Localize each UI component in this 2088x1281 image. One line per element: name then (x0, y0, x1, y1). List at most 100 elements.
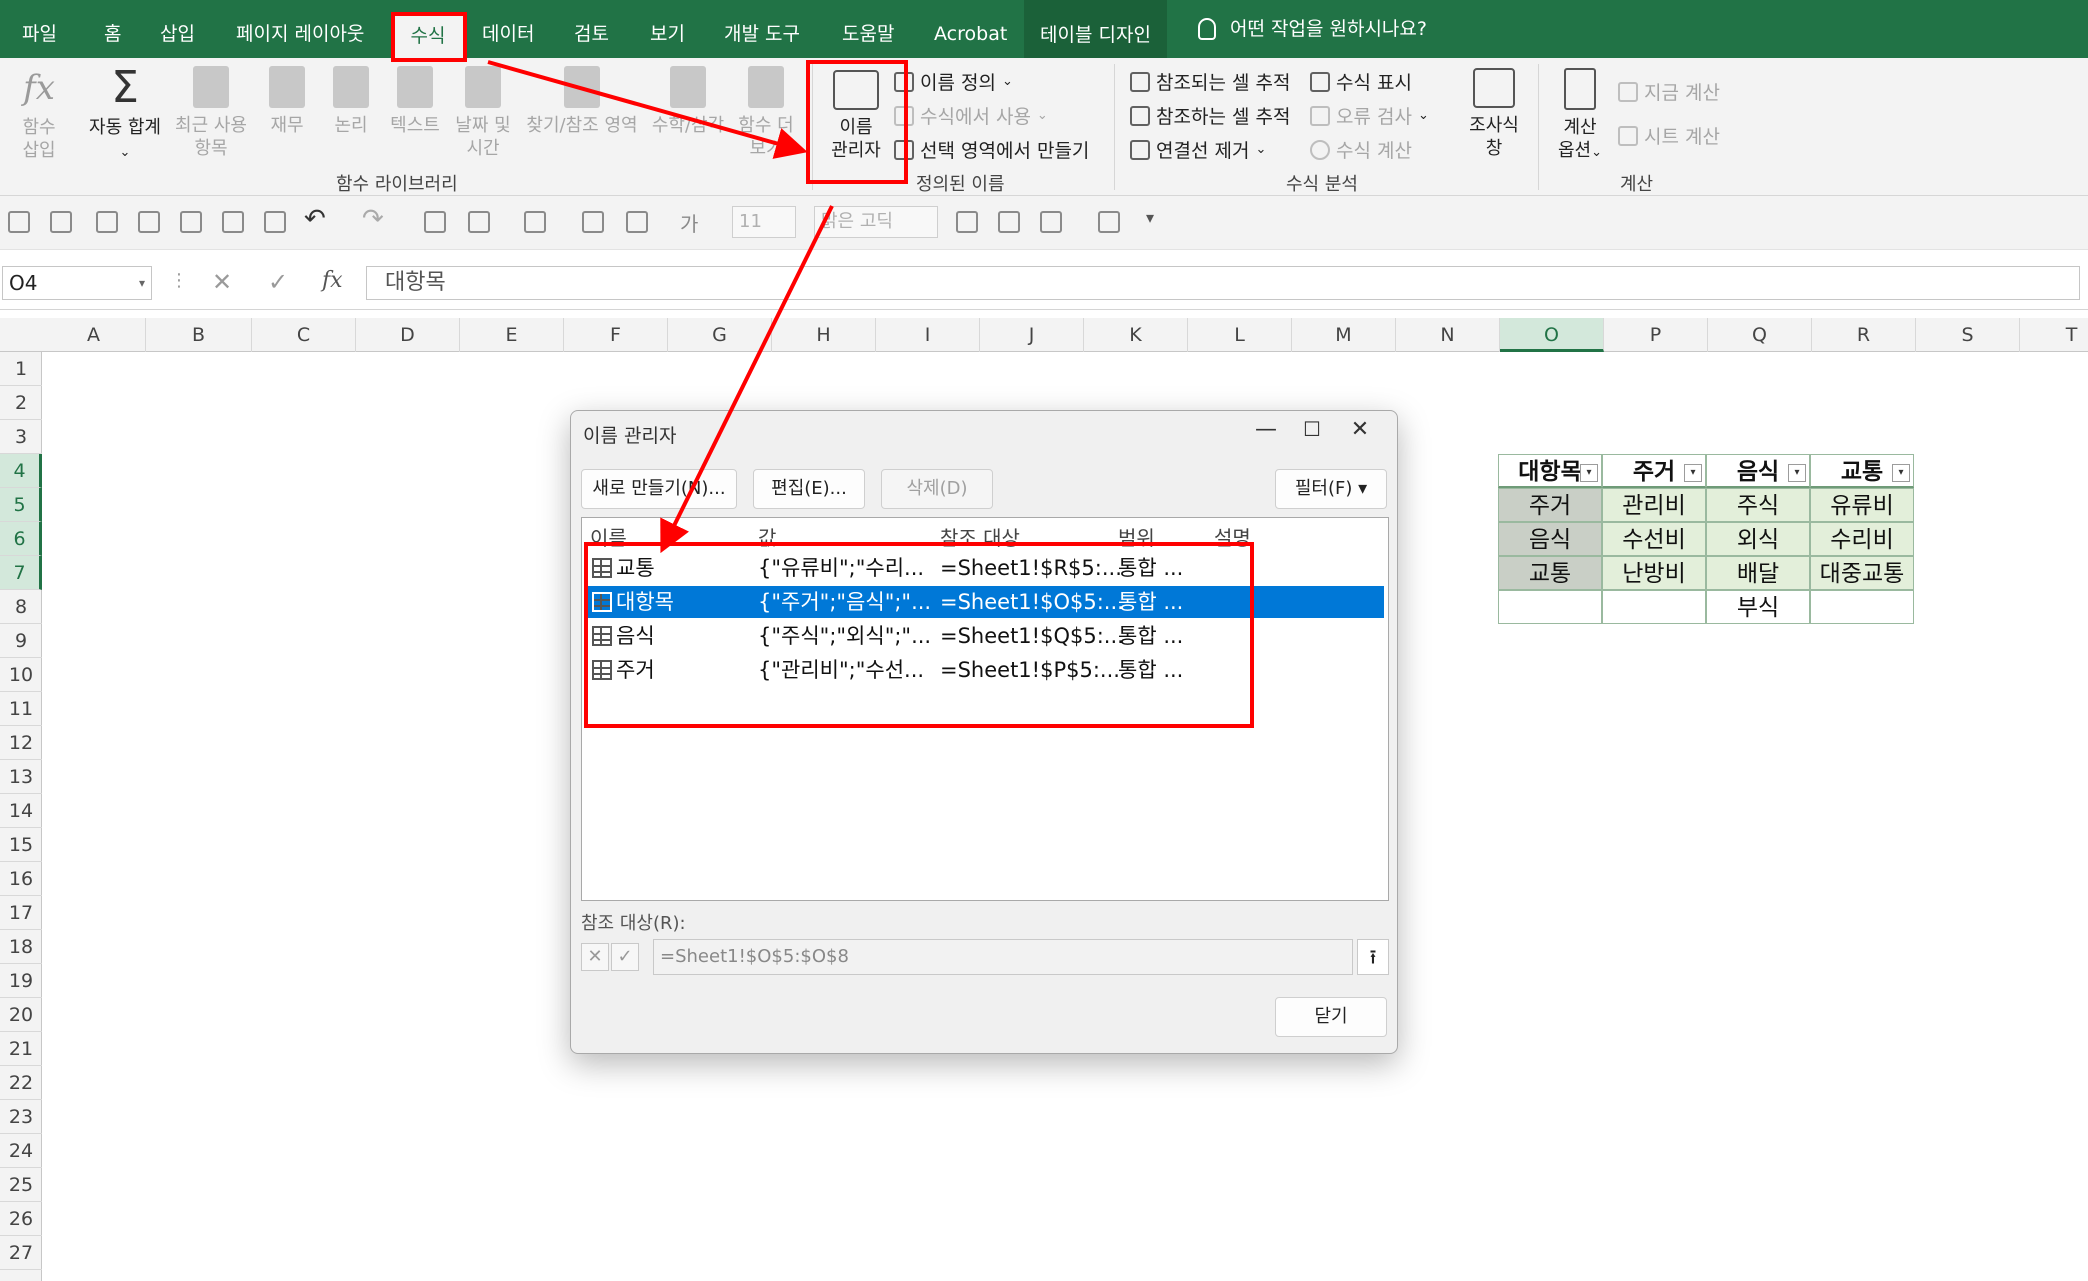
tab-developer[interactable]: 개발 도구 (724, 0, 800, 58)
close-button[interactable]: 닫기 (1275, 997, 1387, 1037)
row-header-13[interactable]: 13 (0, 760, 42, 794)
enter-icon[interactable]: ✓ (268, 268, 288, 296)
format-painter-icon[interactable] (424, 211, 446, 233)
tab-insert[interactable]: 삽입 (160, 0, 195, 58)
tab-review[interactable]: 검토 (574, 0, 609, 58)
column-header-T[interactable]: T (2020, 318, 2088, 352)
error-checking-button[interactable]: 오류 검사 ⌄ (1310, 102, 1429, 129)
column-header-Q[interactable]: Q (1708, 318, 1812, 352)
column-header-C[interactable]: C (252, 318, 356, 352)
confirm-edit-icon[interactable]: ✓ (611, 943, 639, 971)
column-header-P[interactable]: P (1604, 318, 1708, 352)
form-icon[interactable] (1098, 211, 1120, 233)
column-header-A[interactable]: A (42, 318, 146, 352)
filter-dropdown-icon[interactable]: ▾ (1788, 464, 1806, 482)
table-cell[interactable] (1810, 590, 1914, 624)
insert-rows-icon[interactable] (180, 211, 202, 233)
maximize-icon[interactable]: ☐ (1289, 417, 1335, 441)
print-icon[interactable] (264, 211, 286, 233)
customize-qat-icon[interactable]: ▾ (1146, 208, 1154, 227)
filter-dropdown-icon[interactable]: ▾ (1580, 464, 1598, 482)
minimize-icon[interactable]: — (1243, 417, 1289, 442)
table-cell[interactable] (1602, 590, 1706, 624)
cancel-edit-icon[interactable]: ✕ (581, 943, 609, 971)
insert-cells-icon[interactable] (468, 211, 490, 233)
tab-help[interactable]: 도움말 (842, 0, 894, 58)
table-cell[interactable]: 부식 (1706, 590, 1810, 624)
column-header-R[interactable]: R (1812, 318, 1916, 352)
logical-button[interactable]: 논리 (326, 66, 376, 137)
table-cell[interactable]: 교통 (1498, 556, 1602, 590)
autosum-button[interactable]: Σ 자동 합계 ⌄ (82, 66, 168, 164)
row-header-20[interactable]: 20 (0, 998, 42, 1032)
table-cell[interactable]: 유류비 (1810, 488, 1914, 522)
cell-style-button[interactable]: 가 (680, 208, 698, 237)
column-header-I[interactable]: I (876, 318, 980, 352)
row-header-22[interactable]: 22 (0, 1066, 42, 1100)
redo-icon[interactable]: ↷ (362, 204, 384, 234)
fill-color-icon[interactable] (626, 211, 648, 233)
table-cell[interactable]: 배달 (1706, 556, 1810, 590)
clipboard-icon[interactable] (96, 211, 118, 233)
use-in-formula-button[interactable]: 수식에서 사용 ⌄ (894, 102, 1048, 129)
new-name-button[interactable]: 새로 만들기(N)... (581, 469, 737, 509)
calculate-sheet-button[interactable]: 시트 계산 (1618, 122, 1720, 149)
row-header-6[interactable]: 6 (0, 522, 42, 556)
data-validation-icon[interactable] (1040, 211, 1062, 233)
tab-acrobat[interactable]: Acrobat (934, 0, 1007, 58)
row-header-18[interactable]: 18 (0, 930, 42, 964)
row-header-15[interactable]: 15 (0, 828, 42, 862)
row-header-9[interactable]: 9 (0, 624, 42, 658)
row-header-10[interactable]: 10 (0, 658, 42, 692)
refers-to-field[interactable]: =Sheet1!$O$5:$O$8 (653, 939, 1353, 975)
formula-input[interactable]: 대항목 (366, 266, 2080, 300)
save-icon[interactable] (8, 211, 30, 233)
align-icon[interactable] (956, 211, 978, 233)
table-cell[interactable]: 대중교통 (1810, 556, 1914, 590)
row-header-19[interactable]: 19 (0, 964, 42, 998)
row-header-14[interactable]: 14 (0, 794, 42, 828)
close-icon[interactable]: ✕ (1337, 417, 1383, 442)
evaluate-formula-button[interactable]: 수식 계산 (1310, 136, 1412, 163)
column-header-D[interactable]: D (356, 318, 460, 352)
row-header-8[interactable]: 8 (0, 590, 42, 624)
lookup-reference-button[interactable]: 찾기/참조 영역 (520, 66, 644, 137)
math-trig-button[interactable]: 수학/삼각 (648, 66, 728, 137)
row-header-7[interactable]: 7 (0, 556, 42, 590)
filter-dropdown-icon[interactable]: ▾ (1684, 464, 1702, 482)
define-name-button[interactable]: 이름 정의 ⌄ (894, 68, 1013, 95)
tab-home[interactable]: 홈 (104, 0, 121, 58)
column-header-E[interactable]: E (460, 318, 564, 352)
table-cell[interactable]: 관리비 (1602, 488, 1706, 522)
row-header-16[interactable]: 16 (0, 862, 42, 896)
column-header-N[interactable]: N (1396, 318, 1500, 352)
name-box[interactable]: O4 ▾ (2, 266, 152, 300)
table-cell[interactable]: 수선비 (1602, 522, 1706, 556)
table-header-cell[interactable]: 교통 ▾ (1810, 454, 1914, 488)
row-header-23[interactable]: 23 (0, 1100, 42, 1134)
fx-icon[interactable]: fx (322, 268, 343, 293)
tab-table-design[interactable]: 테이블 디자인 (1024, 0, 1167, 58)
table-cell[interactable]: 음식 (1498, 522, 1602, 556)
datetime-button[interactable]: 날짜 및 시간 (450, 66, 516, 160)
row-header-12[interactable]: 12 (0, 726, 42, 760)
row-header-2[interactable]: 2 (0, 386, 42, 420)
row-header-17[interactable]: 17 (0, 896, 42, 930)
save-as-icon[interactable] (50, 211, 72, 233)
remove-arrows-button[interactable]: 연결선 제거 ⌄ (1130, 136, 1266, 163)
paste-values-icon[interactable] (138, 211, 160, 233)
column-header-L[interactable]: L (1188, 318, 1292, 352)
tab-view[interactable]: 보기 (650, 0, 685, 58)
filter-dropdown-icon[interactable]: ▾ (1892, 464, 1910, 482)
column-header-H[interactable]: H (772, 318, 876, 352)
column-header-B[interactable]: B (146, 318, 252, 352)
font-size-box[interactable]: 11 (732, 206, 796, 238)
collapse-dialog-icon[interactable]: ⭱ (1357, 939, 1389, 975)
tab-page-layout[interactable]: 페이지 레이아웃 (236, 0, 364, 58)
tell-me-search[interactable]: 어떤 작업을 원하시나요? (1198, 0, 1427, 58)
calculation-options-button[interactable]: 계산 옵션⌄ (1548, 68, 1612, 164)
tab-file[interactable]: 파일 (22, 0, 57, 58)
trace-precedents-button[interactable]: 참조되는 셀 추적 (1130, 68, 1290, 95)
table-header-cell[interactable]: 대항목 ▾ (1498, 454, 1602, 488)
row-header-24[interactable]: 24 (0, 1134, 42, 1168)
